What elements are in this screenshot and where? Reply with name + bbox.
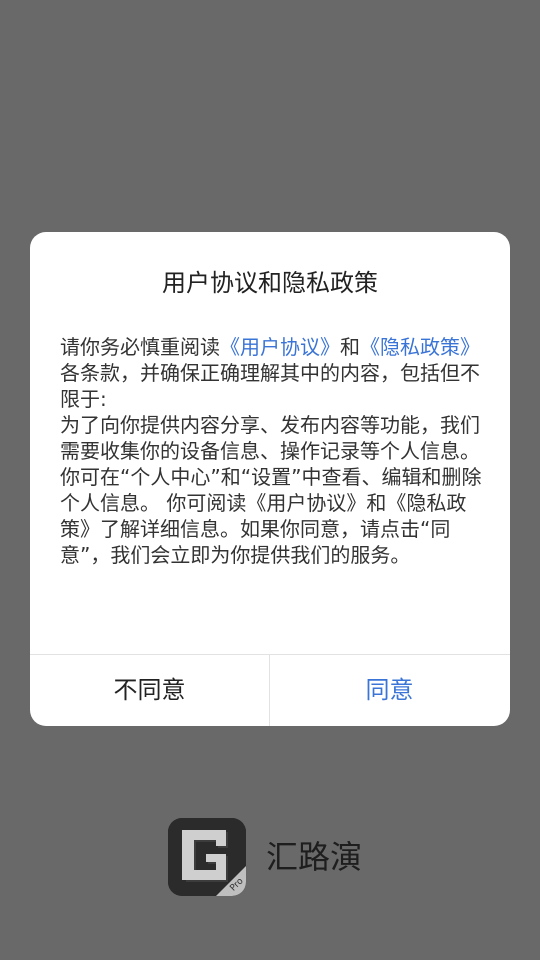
body-text-intro: 请你务必慎重阅读	[60, 335, 220, 359]
body-text-main: 各条款，并确保正确理解其中的内容，包括但不限于: 为了向你提供内容分享、发布内容…	[60, 361, 482, 567]
user-agreement-link[interactable]: 《用户协议》	[220, 335, 340, 359]
disagree-button[interactable]: 不同意	[30, 655, 269, 726]
privacy-policy-link[interactable]: 《隐私政策》	[360, 335, 480, 359]
g-logo-icon: Pro	[168, 818, 246, 896]
dialog-title: 用户协议和隐私政策	[162, 269, 378, 297]
body-text-and: 和	[340, 335, 360, 359]
privacy-dialog: 用户协议和隐私政策 请你务必慎重阅读《用户协议》和《隐私政策》各条款，并确保正确…	[30, 232, 510, 726]
dialog-body: 请你务必慎重阅读《用户协议》和《隐私政策》各条款，并确保正确理解其中的内容，包括…	[60, 334, 484, 568]
brand-name: 汇路演	[266, 838, 363, 876]
agree-button[interactable]: 同意	[270, 655, 509, 726]
